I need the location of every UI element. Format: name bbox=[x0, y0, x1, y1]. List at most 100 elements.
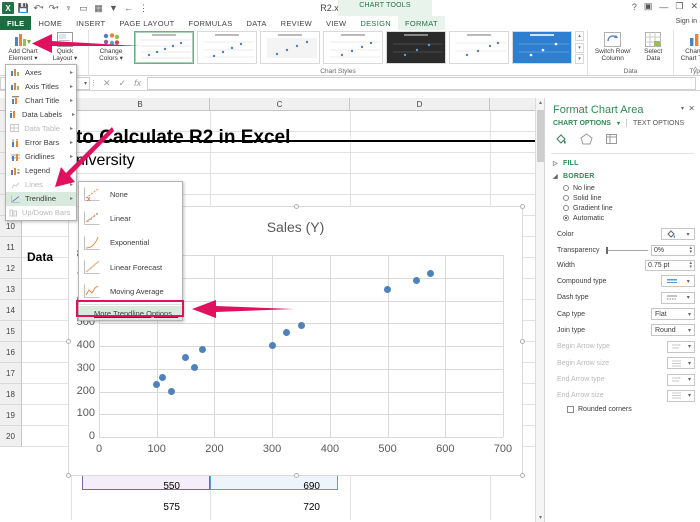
fill-bucket-icon[interactable] bbox=[555, 133, 568, 148]
chart-style-thumb[interactable] bbox=[323, 31, 383, 64]
property-color[interactable]: Color ▾ bbox=[545, 226, 700, 242]
close-button[interactable]: ✕ bbox=[690, 1, 698, 12]
property-compound-type[interactable]: Compound type ▾ bbox=[545, 273, 700, 289]
tab-page-layout[interactable]: PAGE LAYOUT bbox=[112, 16, 181, 30]
menu-item-axis-titles[interactable]: Axis Titles ▸ bbox=[6, 79, 76, 93]
minimize-button[interactable]: — bbox=[659, 2, 668, 12]
row-header[interactable]: 13 bbox=[0, 279, 22, 300]
cell-c19[interactable]: 690 bbox=[260, 481, 320, 492]
data-point[interactable] bbox=[182, 353, 190, 361]
pane-close-icon[interactable]: ✕ bbox=[688, 104, 695, 113]
property-transparency[interactable]: Transparency 0% ▴ ▾ bbox=[545, 242, 700, 257]
chart-style-thumb[interactable] bbox=[260, 31, 320, 64]
section-border[interactable]: ◢ BORDER bbox=[545, 170, 700, 183]
chart-styles-gallery[interactable]: ▴ ▾ ▾ bbox=[134, 31, 584, 64]
cap-caret-icon[interactable]: ▾ bbox=[688, 311, 691, 318]
cell-c20[interactable]: 720 bbox=[260, 502, 320, 513]
scroll-down-icon[interactable]: ▾ bbox=[537, 514, 544, 521]
pane-tab-bar[interactable]: CHART OPTIONS ▾ TEXT OPTIONS bbox=[545, 119, 700, 130]
width-field[interactable]: 0.75 pt ▴ ▾ bbox=[645, 259, 695, 271]
scrollbar-thumb[interactable] bbox=[537, 110, 544, 162]
row-header[interactable]: 16 bbox=[0, 342, 22, 363]
menu-item-axes[interactable]: Axes ▸ bbox=[6, 65, 76, 79]
data-point[interactable] bbox=[297, 322, 305, 329]
column-header-c[interactable]: C bbox=[210, 98, 350, 110]
chart-style-thumb[interactable] bbox=[386, 31, 446, 64]
styles-scroll-down-icon[interactable]: ▾ bbox=[575, 42, 584, 53]
menu-item-chart-title[interactable]: Chart Title ▸ bbox=[6, 93, 76, 107]
ribbon-tab-bar[interactable]: FILE HOME INSERT PAGE LAYOUT FORMULAS DA… bbox=[0, 16, 700, 30]
tab-home[interactable]: HOME bbox=[31, 16, 69, 30]
pane-dropdown-icon[interactable]: ▾ bbox=[681, 105, 684, 112]
cancel-formula-icon[interactable]: ✕ bbox=[103, 78, 111, 89]
slider-knob[interactable] bbox=[606, 246, 608, 254]
color-caret-icon[interactable]: ▾ bbox=[686, 231, 689, 238]
tab-chart-options[interactable]: CHART OPTIONS bbox=[553, 120, 611, 127]
data-point[interactable] bbox=[427, 269, 435, 277]
chart-resize-handle[interactable] bbox=[66, 473, 71, 478]
restore-button[interactable]: ❐ bbox=[675, 1, 683, 12]
window-controls[interactable]: ? ▣ — ❐ ✕ bbox=[632, 1, 698, 12]
data-point[interactable] bbox=[153, 381, 161, 389]
row-header[interactable]: 15 bbox=[0, 321, 22, 342]
transparency-field[interactable]: 0% ▴ ▾ bbox=[651, 244, 695, 256]
border-option-no-line[interactable]: No line bbox=[545, 183, 700, 193]
spinner-icon[interactable]: ▴ ▾ bbox=[689, 260, 692, 270]
cap-type-combo[interactable]: Flat ▾ bbox=[651, 308, 695, 321]
submenu-item-linear-forecast[interactable]: Linear Forecast bbox=[79, 255, 182, 279]
compound-type-button[interactable]: ▾ bbox=[661, 275, 695, 288]
insert-function-icon[interactable]: fx bbox=[134, 78, 141, 88]
menu-item-data-labels[interactable]: Data Labels ▸ bbox=[6, 107, 76, 121]
sign-in-link[interactable]: Sign in bbox=[676, 18, 697, 25]
border-option-automatic[interactable]: Automatic bbox=[545, 213, 700, 223]
data-point[interactable] bbox=[384, 286, 392, 294]
property-cap-type[interactable]: Cap type Flat ▾ bbox=[545, 306, 700, 322]
vertical-scrollbar[interactable]: ▴ ▾ bbox=[535, 98, 544, 522]
styles-expand-icon[interactable]: ▾ bbox=[575, 54, 584, 64]
property-join-type[interactable]: Join type Round ▾ bbox=[545, 322, 700, 338]
rounded-corners-checkbox[interactable] bbox=[567, 406, 574, 414]
data-point[interactable] bbox=[167, 388, 175, 395]
chart-options-caret-icon[interactable]: ▾ bbox=[617, 120, 620, 127]
join-type-combo[interactable]: Round ▾ bbox=[651, 324, 695, 337]
menu-item-trendline[interactable]: Trendline ▸ bbox=[6, 191, 76, 206]
tab-review[interactable]: REVIEW bbox=[274, 16, 319, 30]
data-point[interactable] bbox=[283, 329, 291, 337]
section-border-chevron-icon[interactable]: ◢ bbox=[553, 174, 558, 180]
row-header[interactable]: 17 bbox=[0, 363, 22, 384]
tab-insert[interactable]: INSERT bbox=[69, 16, 112, 30]
section-fill-chevron-icon[interactable]: ▷ bbox=[553, 161, 558, 167]
submenu-item-linear[interactable]: Linear bbox=[79, 206, 182, 230]
collapse-ribbon-icon[interactable]: ^ bbox=[694, 67, 697, 74]
column-header-b[interactable]: B bbox=[71, 98, 210, 110]
row-header[interactable]: 18 bbox=[0, 384, 22, 405]
chart-resize-handle[interactable] bbox=[66, 339, 71, 344]
color-picker-button[interactable]: ▾ bbox=[661, 228, 695, 241]
tab-formulas[interactable]: FORMULAS bbox=[181, 16, 239, 30]
effects-pentagon-icon[interactable] bbox=[580, 133, 593, 148]
tab-text-options[interactable]: TEXT OPTIONS bbox=[633, 120, 684, 127]
scroll-up-icon[interactable]: ▴ bbox=[537, 99, 544, 106]
chart-style-thumb[interactable] bbox=[449, 31, 509, 64]
ribbon-display-options-icon[interactable]: ▣ bbox=[644, 1, 653, 12]
format-chart-area-pane[interactable]: Format Chart Area ▾ ✕ CHART OPTIONS ▾ TE… bbox=[544, 98, 700, 522]
tab-design[interactable]: DESIGN bbox=[353, 16, 398, 30]
row-header[interactable]: 20 bbox=[0, 426, 22, 447]
row-header[interactable]: 11 bbox=[0, 237, 22, 258]
row-header[interactable]: 19 bbox=[0, 405, 22, 426]
join-caret-icon[interactable]: ▾ bbox=[688, 327, 691, 334]
dash-caret-icon[interactable]: ▾ bbox=[687, 294, 690, 301]
chart-style-thumb[interactable] bbox=[134, 31, 194, 64]
chart-resize-handle[interactable] bbox=[520, 204, 525, 209]
border-option-solid-line[interactable]: Solid line bbox=[545, 193, 700, 203]
chart-resize-handle[interactable] bbox=[520, 339, 525, 344]
help-icon[interactable]: ? bbox=[632, 2, 637, 12]
chart-styles-scroll[interactable]: ▴ ▾ ▾ bbox=[575, 31, 584, 64]
dash-type-button[interactable]: ▾ bbox=[661, 291, 695, 304]
spinner-icon[interactable]: ▴ ▾ bbox=[689, 245, 692, 255]
data-point[interactable] bbox=[412, 276, 420, 284]
property-width[interactable]: Width 0.75 pt ▴ ▾ bbox=[545, 258, 700, 273]
styles-scroll-up-icon[interactable]: ▴ bbox=[575, 31, 584, 41]
radio-solid-line[interactable] bbox=[563, 195, 569, 201]
radio-automatic[interactable] bbox=[563, 215, 569, 221]
